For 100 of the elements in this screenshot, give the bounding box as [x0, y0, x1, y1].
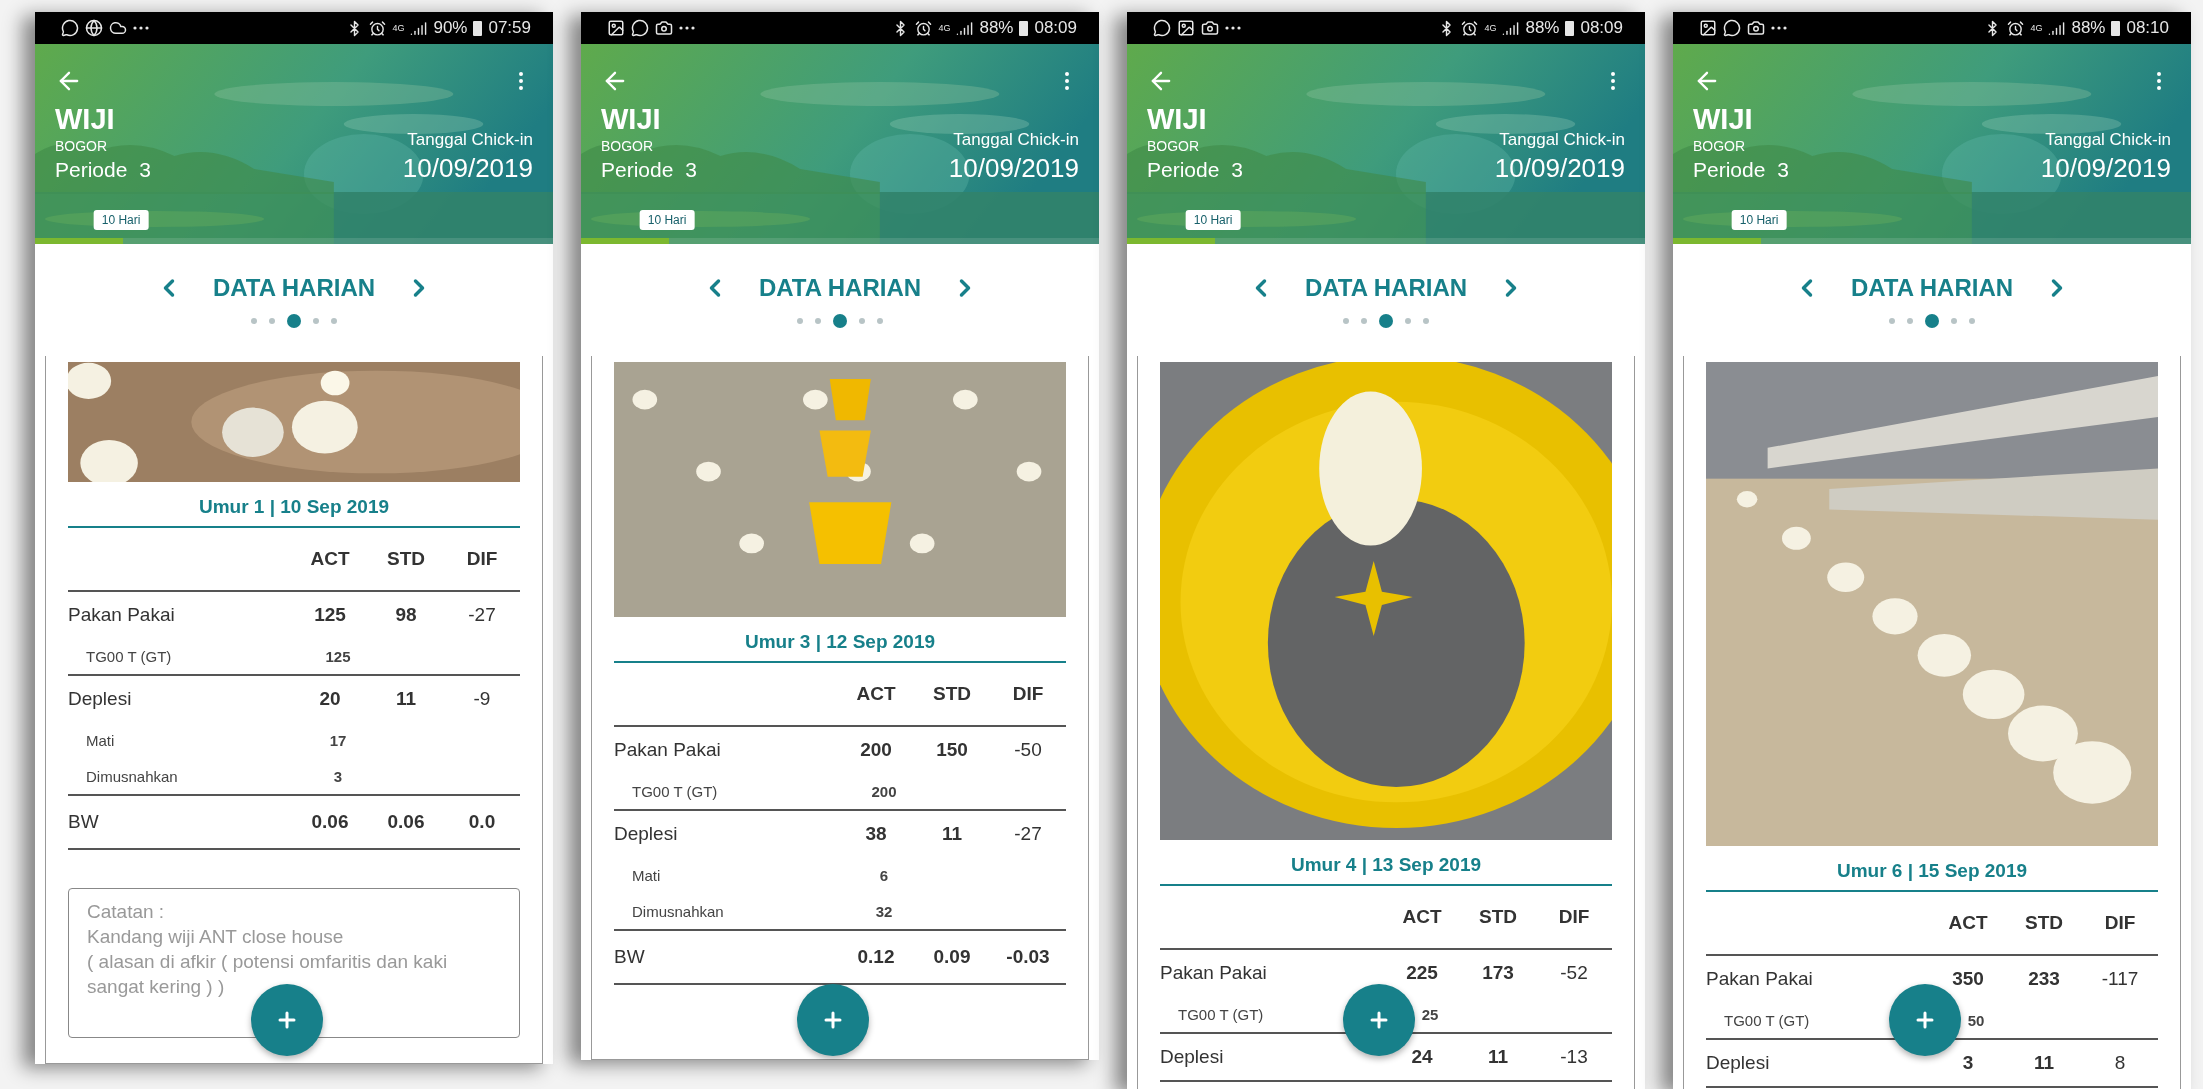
- battery-percent: 90%: [433, 18, 468, 38]
- table-cell: -117: [2101, 968, 2139, 990]
- row-label: TG00 T (GT): [1723, 1011, 1810, 1029]
- battery-icon: [1019, 20, 1029, 36]
- farm-location: BOGOR: [601, 137, 654, 156]
- page-dot[interactable]: [269, 318, 275, 324]
- network-type: 4G: [392, 23, 405, 33]
- notes-field[interactable]: Catatan : Kandang wiji ANT close house ( alasan di afkir ( potensi omfaritis dan kaki sangat kering ) ): [68, 888, 520, 1038]
- page-dot[interactable]: [251, 318, 257, 324]
- chick-in-date: 10/09/2019: [2040, 152, 2171, 184]
- row-label: Deplesi: [1160, 1046, 1224, 1068]
- add-button[interactable]: [797, 984, 869, 1056]
- table-cell: 3: [1962, 1052, 1974, 1074]
- clock-time: 07:59: [488, 18, 531, 38]
- table-cell: 11: [941, 823, 963, 845]
- row-label: BW: [614, 946, 645, 968]
- page-dot[interactable]: [1969, 318, 1975, 324]
- clock-time: 08:09: [1580, 18, 1623, 38]
- column-header: DIF: [1012, 683, 1044, 705]
- chat-icon: [631, 19, 649, 37]
- page-dot[interactable]: [815, 318, 821, 324]
- table-cell: 24: [1411, 1046, 1433, 1068]
- globe-icon: [85, 19, 103, 37]
- row-label: Pakan Pakai: [68, 604, 175, 626]
- network-type: 4G: [1484, 23, 1497, 33]
- chick-in-label: Tanggal Chick-in: [953, 129, 1079, 151]
- table-cell: -9: [473, 688, 491, 710]
- more-notifications-icon: [1771, 26, 1787, 30]
- row-label: Dimusnahkan: [85, 767, 178, 785]
- column-header: STD: [2025, 912, 2063, 934]
- row-label: Deplesi: [614, 823, 678, 845]
- table-cell: 3: [333, 767, 343, 785]
- signal-icon: [410, 19, 428, 37]
- table-cell: 200: [860, 739, 892, 761]
- table-cell: 0.12: [857, 946, 895, 968]
- battery-icon: [2111, 20, 2121, 36]
- column-header: STD: [933, 683, 971, 705]
- row-label: Mati: [85, 731, 115, 749]
- table-cell: 200: [871, 782, 897, 800]
- table-cell: 20: [319, 688, 341, 710]
- signal-icon: [1502, 19, 1520, 37]
- page-dot[interactable]: [797, 318, 803, 324]
- page-dot[interactable]: [1889, 318, 1895, 324]
- column-header: DIF: [2104, 912, 2136, 934]
- page-dot[interactable]: [287, 314, 301, 328]
- page-dot[interactable]: [1361, 318, 1367, 324]
- alarm-icon: [369, 19, 387, 37]
- add-button[interactable]: [251, 984, 323, 1056]
- section-title: DATA HARIAN: [212, 274, 376, 302]
- farm-location: BOGOR: [55, 137, 108, 156]
- period-label: Periode 3: [55, 157, 151, 183]
- page-dot[interactable]: [313, 318, 319, 324]
- farm-name: WIJI: [1147, 102, 1207, 136]
- age-badge: 10 Hari: [1731, 210, 1787, 230]
- row-label: Deplesi: [1706, 1052, 1770, 1074]
- row-label: Mati: [631, 866, 661, 884]
- section-title: DATA HARIAN: [1304, 274, 1468, 302]
- age-badge: 10 Hari: [93, 210, 149, 230]
- signal-icon: [956, 19, 974, 37]
- table-cell: 98: [395, 604, 417, 626]
- page-dot[interactable]: [1907, 318, 1913, 324]
- more-notifications-icon: [133, 26, 149, 30]
- table-cell: 0.06: [311, 811, 349, 833]
- page-dot[interactable]: [331, 318, 337, 324]
- row-label: Deplesi: [68, 688, 132, 710]
- column-header: STD: [1479, 906, 1517, 928]
- page-dot[interactable]: [1379, 314, 1393, 328]
- signal-icon: [2048, 19, 2066, 37]
- page-dot[interactable]: [833, 314, 847, 328]
- chick-in-date: 10/09/2019: [402, 152, 533, 184]
- page-dot[interactable]: [1423, 318, 1429, 324]
- image-icon: [607, 19, 625, 37]
- page-dot[interactable]: [1925, 314, 1939, 328]
- camera-icon: [1201, 19, 1219, 37]
- page-dot[interactable]: [877, 318, 883, 324]
- period-label: Periode 3: [1147, 157, 1243, 183]
- clock-time: 08:09: [1034, 18, 1077, 38]
- page-dot[interactable]: [859, 318, 865, 324]
- table-cell: 6: [879, 866, 889, 884]
- table-cell: 125: [325, 647, 351, 665]
- camera-icon: [1747, 19, 1765, 37]
- table-cell: 38: [865, 823, 887, 845]
- table-cell: 17: [329, 731, 347, 749]
- chat-icon: [61, 19, 79, 37]
- section-title: DATA HARIAN: [1850, 274, 2014, 302]
- chick-in-label: Tanggal Chick-in: [1499, 129, 1625, 151]
- column-header: ACT: [1402, 906, 1442, 928]
- page-dot[interactable]: [1951, 318, 1957, 324]
- day-heading: Umur 6 | 15 Sep 2019: [1706, 846, 2158, 892]
- row-label: TG00 T (GT): [1177, 1005, 1264, 1023]
- row-label: TG00 T (GT): [631, 782, 718, 800]
- page-dot[interactable]: [1343, 318, 1349, 324]
- table-cell: 11: [2033, 1052, 2055, 1074]
- table-cell: 25: [1421, 1005, 1439, 1023]
- page-dot[interactable]: [1405, 318, 1411, 324]
- table-cell: -27: [468, 604, 496, 626]
- row-label: Pakan Pakai: [614, 739, 721, 761]
- add-button[interactable]: [1889, 984, 1961, 1056]
- table-cell: 0.0: [468, 811, 496, 833]
- table-cell: 8: [2114, 1052, 2126, 1074]
